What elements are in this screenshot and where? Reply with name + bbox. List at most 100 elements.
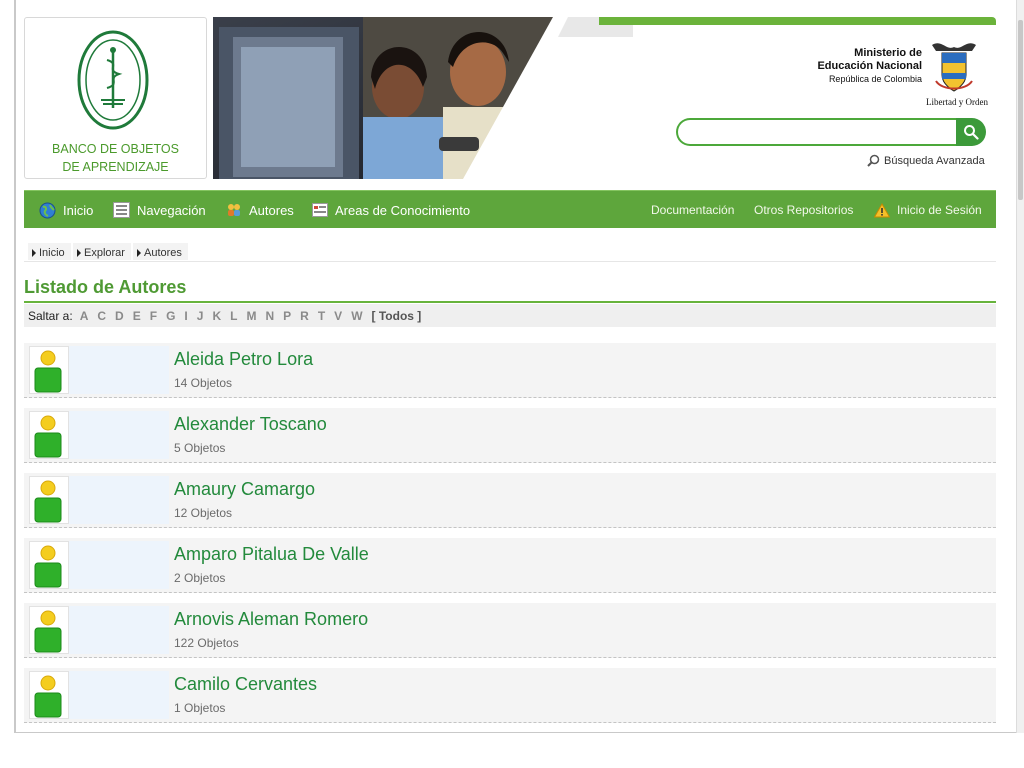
author-name-link[interactable]: Amparo Pitalua De Valle: [174, 544, 369, 565]
ministry-line3: República de Colombia: [828, 74, 922, 84]
avatar-background: [69, 541, 169, 589]
avatar-background: [69, 411, 169, 459]
title-underline: [24, 301, 996, 303]
nav-item-login[interactable]: Inicio de Sesión: [874, 191, 982, 229]
nav-item-documentacion[interactable]: Documentación: [651, 191, 734, 229]
ministry-line1: Ministerio de: [854, 47, 922, 59]
nav-item-otros-repositorios[interactable]: Otros Repositorios: [754, 191, 853, 229]
avatar[interactable]: [29, 476, 69, 524]
nav-item-label: Areas de Conocimiento: [335, 202, 471, 218]
list-icon: [113, 202, 130, 218]
ministry-logo-text[interactable]: Ministerio de Educación Nacional Repúbli…: [817, 47, 922, 86]
jump-letter-d[interactable]: D: [115, 309, 124, 323]
site-logo[interactable]: BANCO DE OBJETOS DE APRENDIZAJE: [24, 17, 207, 179]
nav-item-label: Documentación: [651, 203, 735, 217]
breadcrumb-label: Explorar: [84, 246, 125, 259]
nav-item-autores[interactable]: Autores: [226, 191, 294, 229]
list-item: Camilo Cervantes 1 Objetos: [24, 668, 996, 723]
avatar-background: [69, 476, 169, 524]
advanced-search-label: Búsqueda Avanzada: [884, 154, 985, 167]
jump-letter-e[interactable]: E: [133, 309, 141, 323]
jump-letter-w[interactable]: W: [351, 309, 362, 323]
university-seal-icon: [77, 30, 149, 130]
author-object-count: 122 Objetos: [174, 636, 239, 650]
coat-of-arms-icon: [932, 43, 976, 92]
scrollbar-thumb[interactable]: [1018, 20, 1023, 200]
avatar[interactable]: [29, 606, 69, 654]
page-border-left: [14, 0, 16, 733]
breadcrumb-item-inicio[interactable]: Inicio: [28, 243, 71, 260]
avatar[interactable]: [29, 346, 69, 394]
search-button[interactable]: [956, 118, 986, 146]
jump-letter-i[interactable]: I: [184, 309, 187, 323]
page-title: Listado de Autores: [24, 277, 187, 297]
jump-letter-t[interactable]: T: [318, 309, 325, 323]
arrow-right-icon: [137, 248, 141, 257]
search-input[interactable]: [676, 118, 960, 146]
list-item: Amaury Camargo 12 Objetos: [24, 473, 996, 528]
magnifier-icon: [867, 154, 880, 167]
author-name-link[interactable]: Amaury Camargo: [174, 479, 315, 500]
logo-text: BANCO DE OBJETOS DE APRENDIZAJE: [25, 140, 206, 176]
avatar[interactable]: [29, 541, 69, 589]
jump-all-link[interactable]: [ Todos ]: [372, 309, 422, 323]
nav-item-label: Navegación: [137, 202, 206, 218]
nav-item-inicio[interactable]: Inicio: [39, 191, 93, 229]
author-name-link[interactable]: Aleida Petro Lora: [174, 349, 313, 370]
jump-letter-p[interactable]: P: [283, 309, 291, 323]
breadcrumb: Inicio Explorar Autores: [24, 241, 996, 262]
list-item: Arnovis Aleman Romero 122 Objetos: [24, 603, 996, 658]
jump-letter-g[interactable]: G: [166, 309, 175, 323]
search-box: [676, 118, 986, 146]
avatar-background: [69, 671, 169, 719]
author-name-link[interactable]: Arnovis Aleman Romero: [174, 609, 368, 630]
nav-item-label: Inicio de Sesión: [897, 203, 982, 217]
person-icon: [34, 675, 62, 718]
jump-letter-c[interactable]: C: [97, 309, 106, 323]
author-list: Aleida Petro Lora 14 Objetos Alexander T…: [24, 343, 996, 733]
person-icon: [34, 610, 62, 653]
nav-item-label: Inicio: [63, 202, 94, 218]
nav-item-label: Otros Repositorios: [754, 203, 854, 217]
author-name-link[interactable]: Camilo Cervantes: [174, 674, 317, 695]
jump-letter-m[interactable]: M: [246, 309, 256, 323]
person-icon: [34, 350, 62, 393]
nav-item-areas[interactable]: Areas de Conocimiento: [312, 191, 470, 229]
person-icon: [34, 480, 62, 523]
avatar[interactable]: [29, 411, 69, 459]
breadcrumb-label: Autores: [144, 246, 182, 259]
globe-icon: [39, 202, 56, 218]
list-item: Aleida Petro Lora 14 Objetos: [24, 343, 996, 398]
warning-icon: [874, 202, 890, 217]
jump-letter-v[interactable]: V: [334, 309, 342, 323]
avatar-background: [69, 606, 169, 654]
nav-item-label: Autores: [249, 202, 294, 218]
nav-item-navegacion[interactable]: Navegación: [113, 191, 206, 229]
jump-to-letter-bar: Saltar a: A C D E F G I J K L M N P R T …: [24, 304, 996, 327]
jump-letter-a[interactable]: A: [80, 309, 89, 323]
avatar[interactable]: [29, 671, 69, 719]
author-object-count: 2 Objetos: [174, 571, 226, 585]
logo-text-line1: BANCO DE OBJETOS: [52, 142, 179, 156]
jump-letter-j[interactable]: J: [197, 309, 204, 323]
scrollbar[interactable]: [1016, 0, 1024, 733]
ministry-motto: Libertad y Orden: [926, 97, 988, 107]
jump-letter-l[interactable]: L: [230, 309, 237, 323]
arrow-right-icon: [77, 248, 81, 257]
logo-text-line2: DE APRENDIZAJE: [62, 160, 169, 174]
breadcrumb-item-autores[interactable]: Autores: [133, 243, 188, 260]
advanced-search-link[interactable]: Búsqueda Avanzada: [867, 154, 985, 167]
list-item: Amparo Pitalua De Valle 2 Objetos: [24, 538, 996, 593]
page: BANCO DE OBJETOS DE APRENDIZAJE Minister…: [24, 17, 996, 723]
header-accent-bar: [599, 17, 996, 25]
header: BANCO DE OBJETOS DE APRENDIZAJE Minister…: [24, 17, 996, 179]
author-name-link[interactable]: Alexander Toscano: [174, 414, 327, 435]
users-icon: [228, 204, 240, 216]
jump-letter-k[interactable]: K: [212, 309, 221, 323]
arrow-right-icon: [32, 248, 36, 257]
person-icon: [34, 545, 62, 588]
jump-letter-n[interactable]: N: [265, 309, 274, 323]
jump-letter-f[interactable]: F: [150, 309, 157, 323]
breadcrumb-item-explorar[interactable]: Explorar: [73, 243, 131, 260]
jump-letter-r[interactable]: R: [300, 309, 309, 323]
